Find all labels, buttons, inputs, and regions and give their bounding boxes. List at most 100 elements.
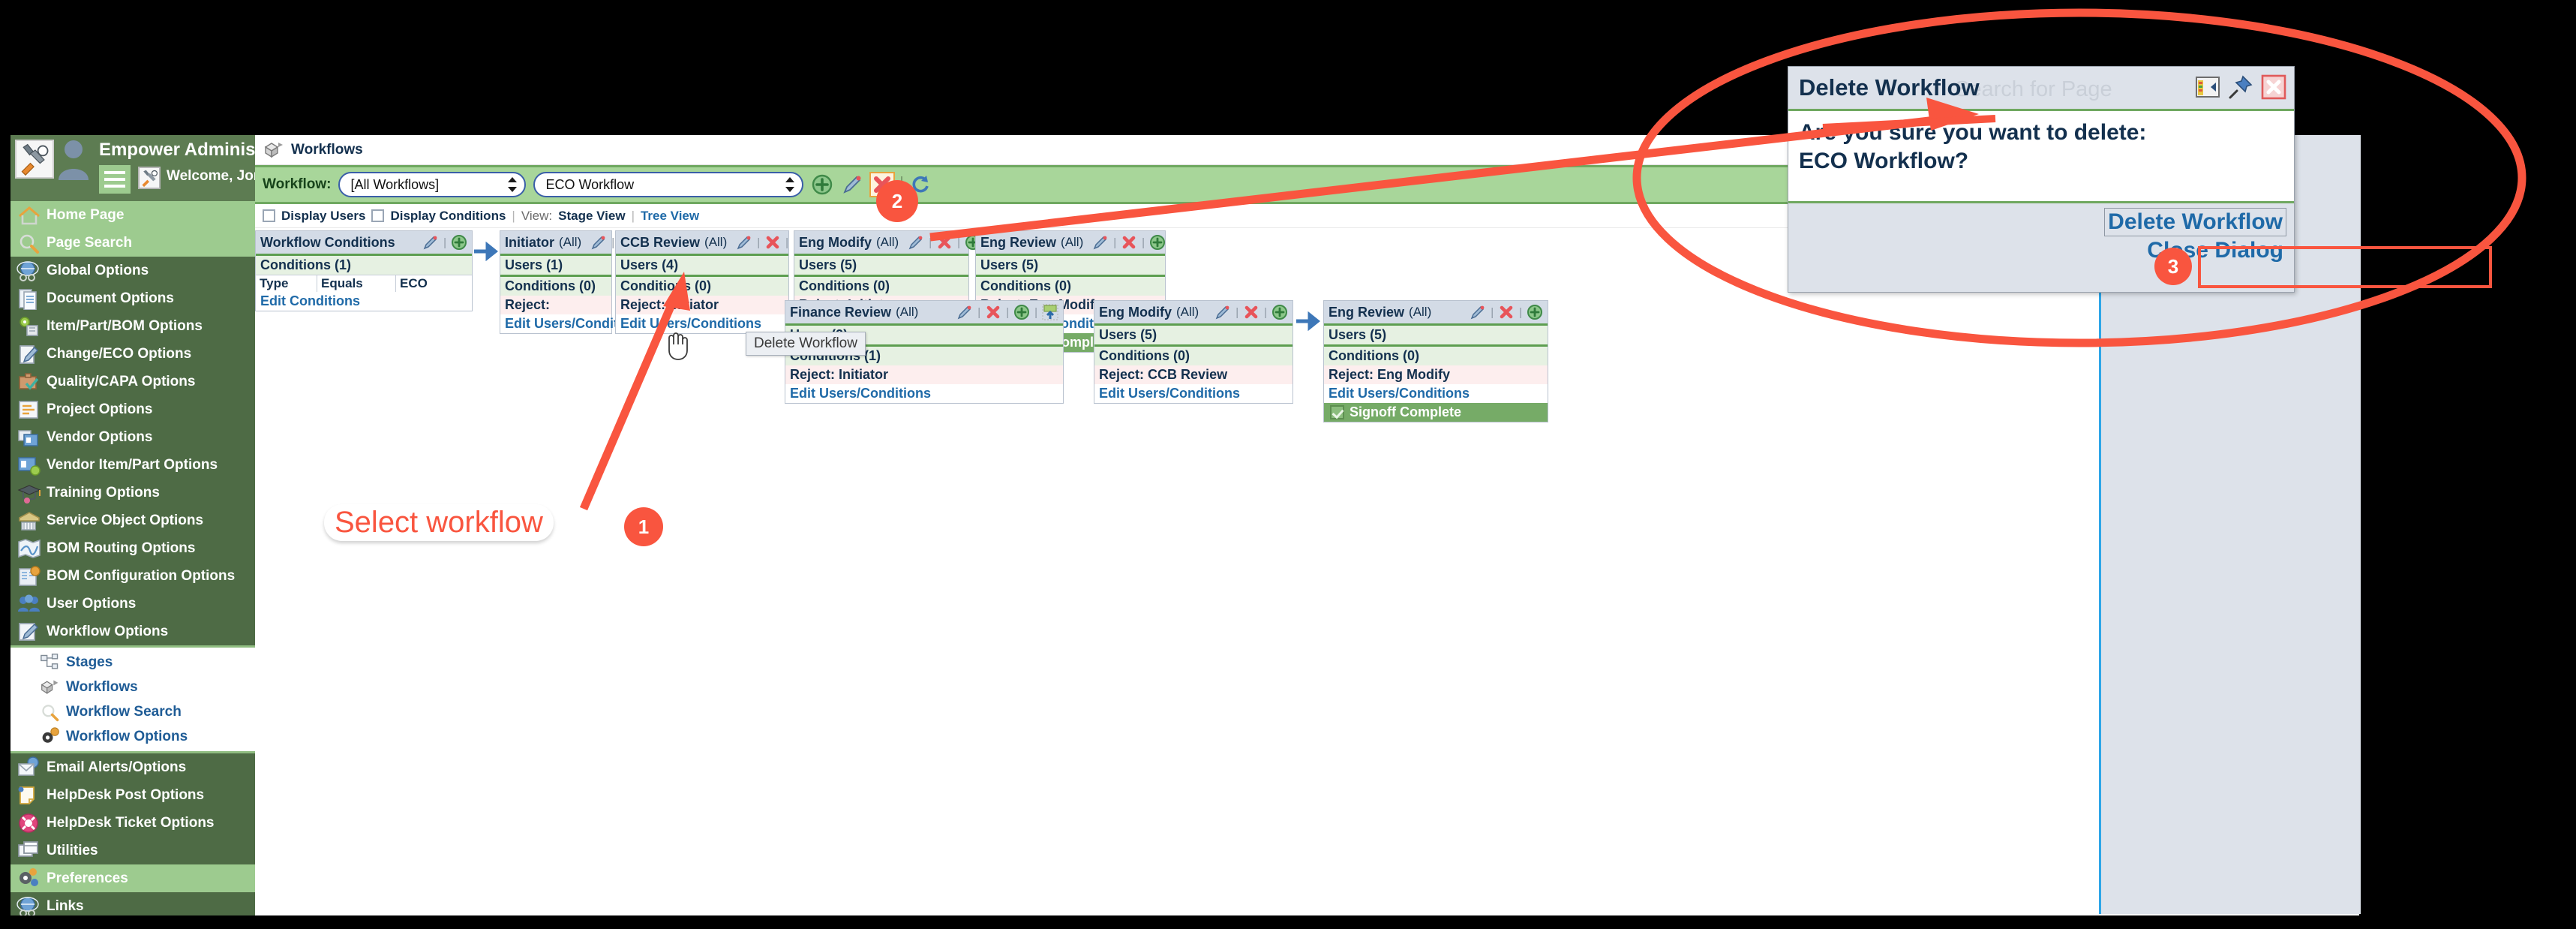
pencil-icon[interactable] — [1092, 234, 1109, 251]
sidebar-item-workflow-options[interactable]: Workflow Options — [11, 618, 255, 645]
plus-circle-icon[interactable] — [1013, 304, 1030, 320]
delete-workflow-tooltip: Delete Workflow — [746, 332, 866, 356]
stage-scope: (All) — [1061, 235, 1084, 249]
conditions-row: Conditions (1) — [256, 254, 472, 275]
sidebar-item-label: Document Options — [47, 290, 174, 306]
red-x-icon[interactable] — [1121, 234, 1137, 251]
dialog-body: Are you sure you want to delete: ECO Wor… — [1788, 109, 2294, 203]
restore-panel-icon[interactable] — [2195, 74, 2220, 100]
display-users-checkbox[interactable] — [263, 209, 275, 222]
plus-circle-icon[interactable] — [1271, 304, 1288, 320]
pencil-icon[interactable] — [908, 234, 924, 251]
export-stage-icon[interactable] — [1042, 304, 1058, 320]
sidebar-item-quality-capa-options[interactable]: Quality/CAPA Options — [11, 368, 255, 395]
red-x-icon[interactable] — [985, 304, 1001, 320]
sidebar-item-helpdesk-post-options[interactable]: HelpDesk Post Options — [11, 781, 255, 809]
conditions-label: Conditions — [1329, 348, 1399, 363]
sidebar-item-vendor-options[interactable]: Vendor Options — [11, 423, 255, 451]
conditions-row: Conditions (0) — [1324, 344, 1548, 365]
stage-title: Initiator — [505, 234, 554, 250]
magnifier-icon — [39, 702, 62, 722]
pencil-icon[interactable] — [736, 234, 752, 251]
red-x-icon[interactable] — [1498, 304, 1515, 320]
sidebar-item-label: BOM Routing Options — [47, 540, 196, 556]
stages-icon — [39, 653, 62, 672]
vendor-gear-icon — [17, 454, 42, 477]
sidebar-item-workflow-options[interactable]: Workflow Options — [11, 724, 255, 749]
sidebar-item-utilities[interactable]: Utilities — [11, 837, 255, 864]
sidebar-item-training-options[interactable]: Training Options — [11, 479, 255, 507]
sidebar-item-item-part-bom-options[interactable]: Item/Part/BOM Options — [11, 312, 255, 340]
dialog-footer: Delete Workflow Close Dialog — [1788, 203, 2294, 269]
sidebar-item-label: Change/ECO Options — [47, 345, 192, 362]
plus-circle-icon[interactable] — [1527, 304, 1543, 320]
config-gear-icon — [17, 565, 42, 588]
view-divider: | — [631, 208, 635, 223]
sidebar-item-links[interactable]: Links — [11, 892, 255, 915]
edit-users-conditions-link[interactable]: Edit Users/Conditions — [500, 314, 646, 333]
sidebar-item-stages[interactable]: Stages — [11, 650, 255, 675]
plus-circle-icon[interactable] — [811, 173, 833, 196]
pencil-icon[interactable] — [841, 173, 863, 196]
pencil-icon[interactable] — [1470, 304, 1486, 320]
gear-icon — [39, 726, 62, 747]
sidebar-item-project-options[interactable]: Project Options — [11, 395, 255, 423]
tab-tree-view[interactable]: Tree View — [641, 209, 699, 224]
workflow-box-icon — [39, 678, 62, 697]
sidebar-item-bom-routing-options[interactable]: BOM Routing Options — [11, 534, 255, 562]
plus-circle-icon[interactable] — [451, 234, 467, 251]
pencil-icon[interactable] — [1214, 304, 1231, 320]
pencil-icon[interactable] — [422, 234, 439, 251]
edit-users-conditions-link[interactable]: Edit Users/Conditions — [616, 314, 788, 333]
conditions-label: Conditions — [1099, 348, 1169, 363]
sidebar-item-bom-configuration-options[interactable]: BOM Configuration Options — [11, 562, 255, 590]
edit-conditions-link[interactable]: Edit Conditions — [256, 292, 472, 311]
edit-users-conditions-link[interactable]: Edit Users/Conditions — [1324, 384, 1548, 403]
gantt-icon — [17, 398, 42, 421]
workflow-select[interactable]: ECO Workflow — [533, 172, 804, 197]
red-x-icon[interactable] — [936, 234, 953, 251]
sidebar-item-preferences[interactable]: Preferences — [11, 864, 255, 892]
close-x-icon[interactable] — [2261, 74, 2286, 100]
edit-users-conditions-link[interactable]: Edit Users/Conditions — [1094, 384, 1293, 403]
edit-users-conditions-link[interactable]: Edit Users/Conditions — [785, 384, 1063, 403]
reject-target: Eng Modify — [1377, 367, 1451, 382]
red-x-icon[interactable] — [764, 234, 781, 251]
close-dialog-button[interactable]: Close Dialog — [1788, 238, 2286, 263]
hamburger-menu-icon[interactable] — [99, 165, 131, 194]
sidebar-item-helpdesk-ticket-options[interactable]: HelpDesk Ticket Options — [11, 809, 255, 837]
graduation-cap-icon — [17, 482, 42, 504]
pencil-icon[interactable] — [956, 304, 973, 320]
mouse-cursor — [663, 332, 689, 360]
condition-operator: Equals — [317, 275, 396, 292]
pin-icon[interactable] — [2228, 74, 2253, 100]
sidebar-item-page-search[interactable]: Page Search — [11, 229, 255, 257]
options-divider: | — [512, 208, 515, 223]
icon-divider: | — [957, 236, 961, 249]
sidebar-item-document-options[interactable]: Document Options — [11, 284, 255, 312]
sidebar-item-label: HelpDesk Post Options — [47, 786, 205, 803]
sidebar-item-home-page[interactable]: Home Page — [11, 201, 255, 229]
display-conditions-checkbox[interactable] — [371, 209, 385, 222]
plus-circle-icon[interactable] — [1149, 234, 1166, 251]
sidebar-item-service-object-options[interactable]: Service Object Options — [11, 507, 255, 534]
sidebar-item-workflows[interactable]: Workflows — [11, 675, 255, 699]
sidebar-item-email-alerts-options[interactable]: Email Alerts/Options — [11, 753, 255, 781]
sidebar-item-workflow-search[interactable]: Workflow Search — [11, 699, 255, 724]
sidebar-item-change-eco-options[interactable]: Change/ECO Options — [11, 340, 255, 368]
sidebar-item-global-options[interactable]: Global Options — [11, 257, 255, 284]
workflow-canvas: Workflow Conditions | Conditions (1) Typ… — [255, 230, 2359, 915]
sidebar-item-vendor-item-part-options[interactable]: Vendor Item/Part Options — [11, 451, 255, 479]
icon-divider: | — [977, 305, 981, 319]
sidebar-item-user-options[interactable]: User Options — [11, 590, 255, 618]
pencil-icon[interactable] — [590, 234, 607, 251]
dialog-title: Delete Workflow — [1799, 74, 1980, 101]
lifering-icon — [17, 812, 42, 834]
reject-row: Reject: Eng Modify — [1324, 365, 1548, 384]
workflow-filter-select[interactable]: [All Workflows] — [338, 172, 527, 197]
confirm-delete-workflow-button[interactable]: Delete Workflow — [2104, 208, 2286, 236]
red-x-icon[interactable] — [1243, 304, 1259, 320]
sidebar-item-label: Workflows — [66, 678, 138, 695]
users-count: (5) — [1022, 257, 1039, 272]
reject-label: Reject: — [620, 297, 666, 312]
